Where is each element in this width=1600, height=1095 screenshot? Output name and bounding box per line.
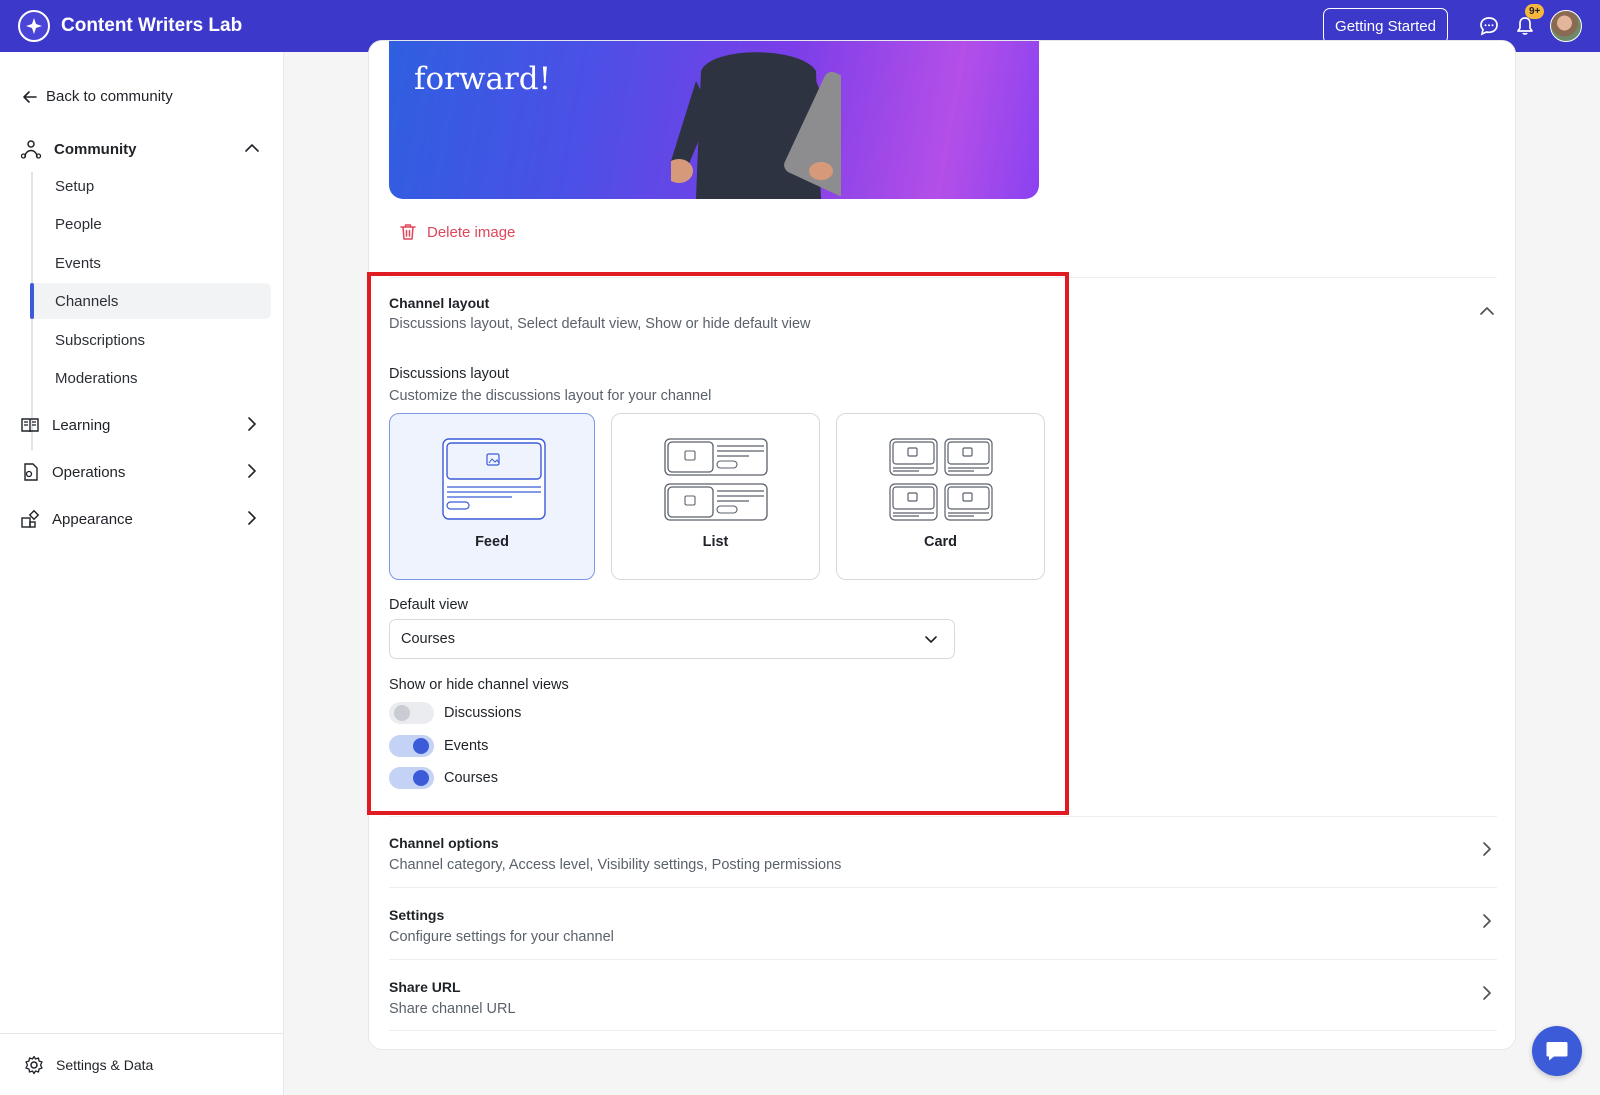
layout-option-list[interactable]: List <box>611 413 820 580</box>
view-toggle-courses: Courses <box>389 767 498 789</box>
layout-option-card[interactable]: Card <box>836 413 1045 580</box>
notification-badge: 9+ <box>1525 4 1545 19</box>
channel-settings-card: forward! Delete image Channel layout Dis… <box>368 40 1516 1050</box>
toggle-label: Discussions <box>444 705 522 721</box>
gear-icon <box>25 1055 43 1074</box>
discussions-layout-subtitle: Customize the discussions layout for you… <box>389 388 712 404</box>
layout-option-label: Card <box>923 534 958 550</box>
sidebar-item-moderations[interactable]: Moderations <box>33 360 271 396</box>
delete-image-label: Delete image <box>427 223 516 241</box>
appearance-icon <box>21 509 40 528</box>
layout-option-feed[interactable]: Feed <box>389 413 595 580</box>
chevron-right-icon <box>248 417 256 431</box>
default-view-value: Courses <box>401 631 455 647</box>
divider <box>389 277 1497 278</box>
back-label: Back to community <box>46 88 173 105</box>
back-to-community-link[interactable]: Back to community <box>22 88 173 105</box>
list-layout-icon <box>664 438 768 521</box>
channel-layout-title[interactable]: Channel layout <box>389 295 489 311</box>
view-toggle-discussions: Discussions <box>389 702 521 724</box>
chat-icon[interactable] <box>1478 15 1500 37</box>
chevron-right-icon[interactable] <box>1479 985 1495 1001</box>
chevron-up-icon[interactable] <box>244 140 260 156</box>
sidebar-item-subscriptions[interactable]: Subscriptions <box>33 322 271 358</box>
banner-text: forward! <box>414 61 552 97</box>
sidebar: Back to community Community Setup People… <box>0 52 284 1095</box>
chevron-right-icon <box>248 464 256 478</box>
sidebar-item-appearance[interactable]: Appearance <box>20 504 264 534</box>
layout-option-label: Feed <box>475 534 509 550</box>
sidebar-item-label: Learning <box>52 416 111 434</box>
sidebar-item-label: Appearance <box>52 510 133 528</box>
channel-views-label: Show or hide channel views <box>389 677 569 693</box>
user-avatar[interactable] <box>1550 10 1582 42</box>
app-title[interactable]: Content Writers Lab <box>61 15 242 37</box>
sidebar-item-operations[interactable]: Operations <box>20 457 264 487</box>
banner-person-illustration <box>671 52 841 199</box>
book-icon <box>21 418 39 433</box>
settings-section-title[interactable]: Settings <box>389 907 444 923</box>
arrow-left-icon <box>23 90 37 103</box>
sidebar-item-setup[interactable]: Setup <box>33 168 271 204</box>
events-toggle[interactable] <box>389 735 434 757</box>
divider <box>389 887 1497 888</box>
card-layout-icon <box>889 438 993 521</box>
sidebar-item-community[interactable]: Community <box>20 134 264 164</box>
sidebar-item-label: Operations <box>52 463 126 481</box>
chevron-right-icon[interactable] <box>1479 913 1495 929</box>
operations-icon <box>24 463 38 481</box>
trash-icon <box>400 224 416 240</box>
chevron-right-icon <box>248 511 256 525</box>
default-view-label: Default view <box>389 597 468 613</box>
view-toggle-events: Events <box>389 735 488 757</box>
chat-bubble-icon <box>1546 1042 1568 1061</box>
sidebar-item-learning[interactable]: Learning <box>20 410 264 440</box>
channel-options-title[interactable]: Channel options <box>389 835 499 851</box>
support-chat-button[interactable] <box>1532 1026 1582 1076</box>
toggle-label: Events <box>444 738 489 754</box>
toggle-label: Courses <box>444 770 498 786</box>
courses-toggle[interactable] <box>389 767 434 789</box>
layout-option-label: List <box>702 534 729 550</box>
channel-options-subtitle: Channel category, Access level, Visibili… <box>389 857 842 873</box>
sidebar-item-channels[interactable]: Channels <box>30 283 271 319</box>
discussions-layout-title: Discussions layout <box>389 366 510 382</box>
discussions-toggle[interactable] <box>389 702 434 724</box>
community-icon <box>20 140 42 159</box>
chevron-down-icon <box>925 636 937 643</box>
sidebar-item-events[interactable]: Events <box>33 245 271 281</box>
default-view-select[interactable]: Courses <box>389 619 955 659</box>
channel-layout-subtitle: Discussions layout, Select default view,… <box>389 316 811 332</box>
settings-section-subtitle: Configure settings for your channel <box>389 929 614 945</box>
brand-logo-icon[interactable] <box>18 10 50 42</box>
getting-started-button[interactable]: Getting Started <box>1323 8 1448 44</box>
settings-and-data-label: Settings & Data <box>56 1056 154 1073</box>
sidebar-item-people[interactable]: People <box>33 206 271 242</box>
divider <box>389 816 1497 817</box>
share-url-title[interactable]: Share URL <box>389 979 461 995</box>
chevron-up-icon[interactable] <box>1479 303 1495 319</box>
divider <box>389 1030 1497 1031</box>
divider <box>389 959 1497 960</box>
channel-banner-image: forward! <box>389 41 1039 199</box>
share-url-subtitle: Share channel URL <box>389 1001 516 1017</box>
feed-layout-icon <box>442 438 546 520</box>
chevron-right-icon[interactable] <box>1479 841 1495 857</box>
settings-and-data-link[interactable]: Settings & Data <box>0 1033 284 1095</box>
sidebar-item-label: Community <box>54 140 137 158</box>
delete-image-button[interactable]: Delete image <box>399 223 515 241</box>
